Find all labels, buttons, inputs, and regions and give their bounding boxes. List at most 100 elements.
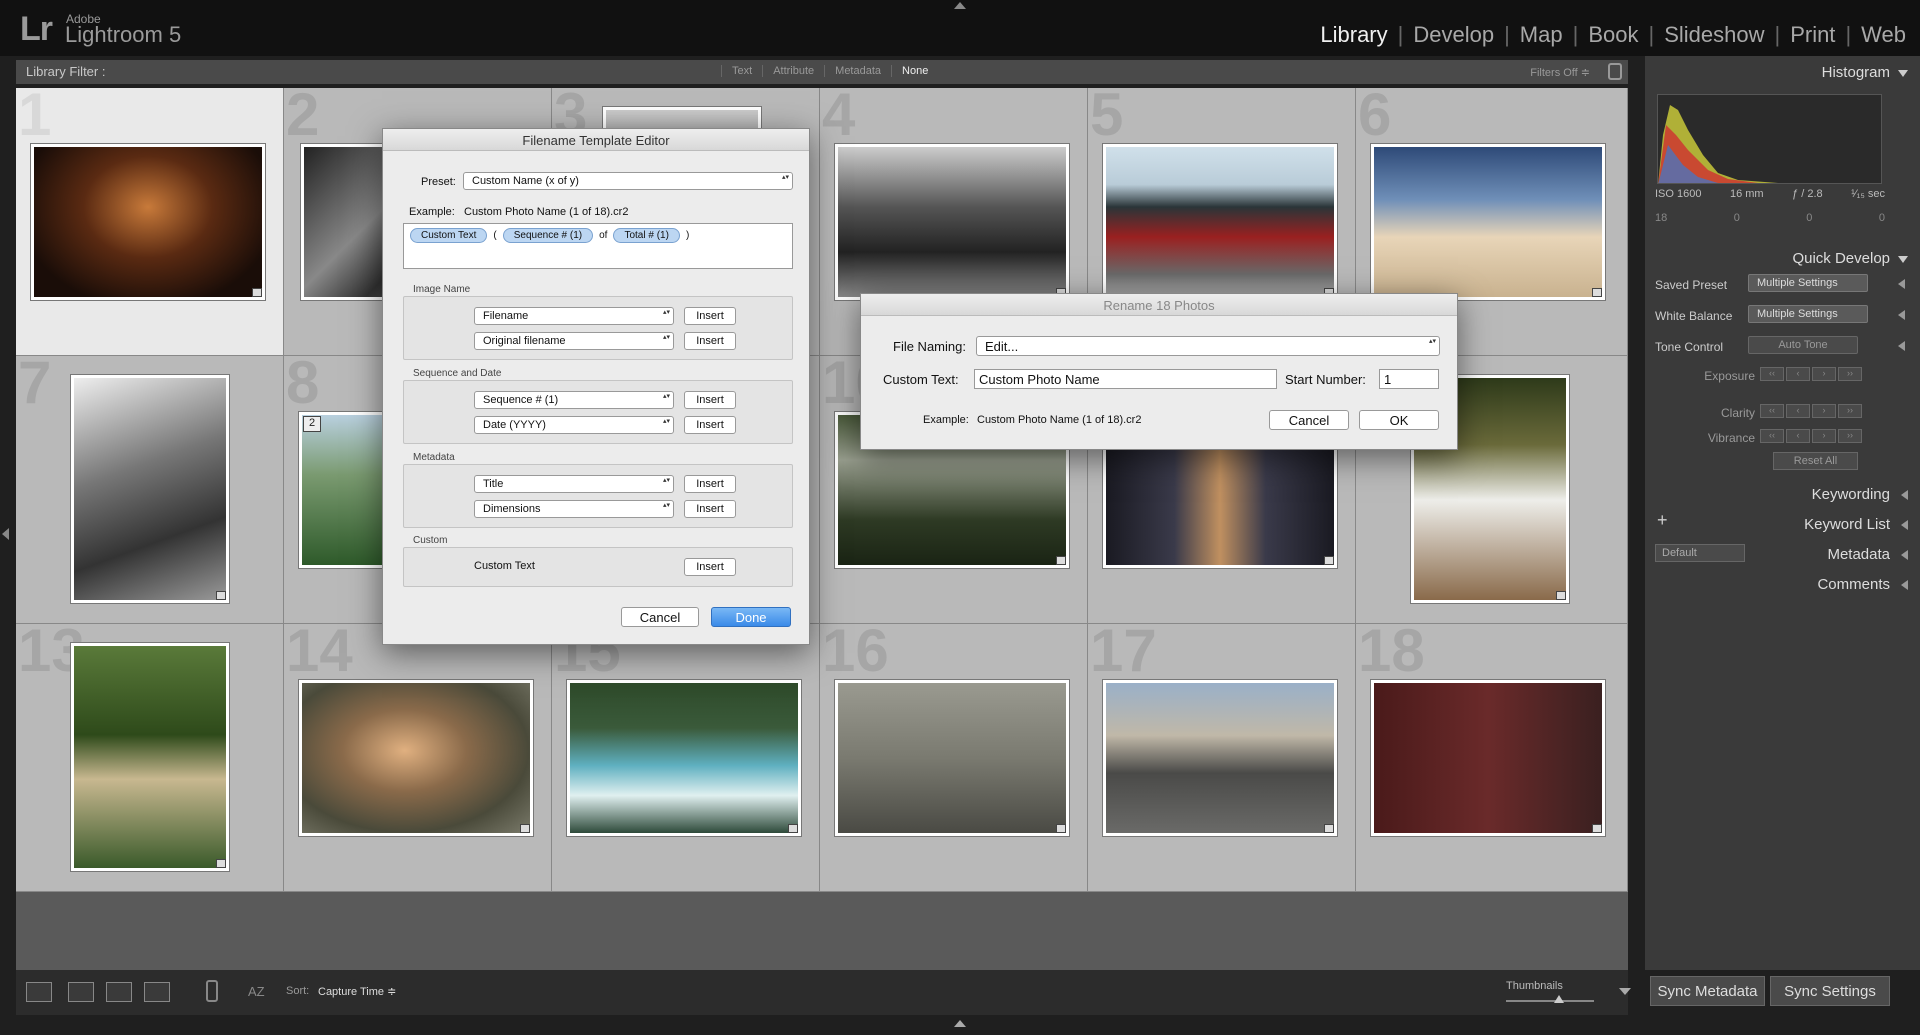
develop-adjusted-icon[interactable] (252, 288, 262, 297)
preset-select[interactable]: Custom Name (x of y) (463, 172, 793, 190)
increase-small-button[interactable]: › (1812, 404, 1836, 418)
sync-metadata-button[interactable]: Sync Metadata (1650, 976, 1765, 1006)
token-total[interactable]: Total # (1) (613, 228, 680, 244)
increase-small-button[interactable]: › (1812, 367, 1836, 381)
insert-title-button[interactable]: Insert (684, 475, 736, 493)
survey-view-icon[interactable] (144, 982, 170, 1002)
auto-tone-button[interactable]: Auto Tone (1748, 336, 1858, 354)
develop-adjusted-icon[interactable] (216, 591, 226, 600)
filter-text[interactable]: Text (721, 65, 762, 77)
module-map[interactable]: Map (1510, 22, 1573, 48)
grid-cell[interactable]: 15 (552, 617, 820, 892)
filter-metadata[interactable]: Metadata (824, 65, 891, 77)
quick-develop-header[interactable]: Quick Develop (1645, 244, 1920, 272)
develop-adjusted-icon[interactable] (1592, 824, 1602, 833)
white-balance-select[interactable]: Multiple Settings (1748, 305, 1868, 323)
module-library[interactable]: Library (1310, 22, 1397, 48)
decrease-large-button[interactable]: ‹‹ (1760, 429, 1784, 443)
keyword-list-header[interactable]: + Keyword List (1645, 510, 1920, 538)
compare-view-icon[interactable] (106, 982, 132, 1002)
module-print[interactable]: Print (1780, 22, 1845, 48)
photo-thumbnail[interactable] (566, 679, 802, 837)
file-naming-select[interactable]: Edit... (976, 336, 1440, 356)
top-panel-toggle-icon[interactable] (954, 2, 966, 9)
grid-cell[interactable]: 17 (1088, 617, 1356, 892)
stack-count-badge[interactable]: 2 (303, 416, 321, 432)
increase-small-button[interactable]: › (1812, 429, 1836, 443)
photo-thumbnail[interactable] (834, 143, 1070, 301)
grid-cell[interactable]: 1 (16, 81, 284, 356)
expand-icon[interactable] (1898, 341, 1905, 351)
custom-text-input[interactable] (974, 369, 1277, 389)
cancel-button[interactable]: Cancel (1269, 410, 1349, 430)
insert-date-button[interactable]: Insert (684, 416, 736, 434)
title-select[interactable]: Title (474, 475, 674, 493)
add-keyword-icon[interactable]: + (1657, 510, 1668, 531)
cancel-button[interactable]: Cancel (621, 607, 699, 627)
filter-none[interactable]: None (891, 65, 938, 77)
increase-large-button[interactable]: ›› (1838, 404, 1862, 418)
sync-settings-button[interactable]: Sync Settings (1770, 976, 1890, 1006)
insert-custom-text-button[interactable]: Insert (684, 558, 736, 576)
painter-icon[interactable] (206, 980, 218, 1002)
photo-thumbnail[interactable] (70, 374, 230, 604)
thumbnail-size-slider[interactable] (1506, 1000, 1594, 1002)
grid-cell[interactable]: 7 (16, 349, 284, 624)
histogram-header[interactable]: Histogram (1645, 58, 1920, 86)
saved-preset-select[interactable]: Multiple Settings (1748, 274, 1868, 292)
photo-thumbnail[interactable] (834, 679, 1070, 837)
decrease-small-button[interactable]: ‹ (1786, 429, 1810, 443)
expand-icon[interactable] (1898, 279, 1905, 289)
increase-large-button[interactable]: ›› (1838, 367, 1862, 381)
photo-thumbnail[interactable] (1370, 143, 1606, 301)
left-panel-toggle-icon[interactable] (2, 528, 9, 540)
grid-cell[interactable]: 14 (284, 617, 552, 892)
insert-original-filename-button[interactable]: Insert (684, 332, 736, 350)
photo-thumbnail[interactable] (298, 679, 534, 837)
increase-large-button[interactable]: ›› (1838, 429, 1862, 443)
sort-dropdown[interactable]: Capture Time ≑ (318, 985, 396, 998)
photo-thumbnail[interactable] (70, 642, 230, 872)
develop-adjusted-icon[interactable] (788, 824, 798, 833)
comments-header[interactable]: Comments (1645, 570, 1920, 598)
develop-adjusted-icon[interactable] (1324, 556, 1334, 565)
photo-thumbnail[interactable] (1102, 679, 1338, 837)
template-token-field[interactable]: Custom Text (Sequence # (1) of Total # (1)) (403, 223, 793, 269)
keywording-header[interactable]: Keywording (1645, 480, 1920, 508)
photo-thumbnail[interactable] (1370, 679, 1606, 837)
loupe-view-icon[interactable] (68, 982, 94, 1002)
sort-direction-icon[interactable]: AZ (248, 984, 265, 999)
dimensions-select[interactable]: Dimensions (474, 500, 674, 518)
develop-adjusted-icon[interactable] (520, 824, 530, 833)
lock-icon[interactable] (1608, 63, 1622, 80)
module-slideshow[interactable]: Slideshow (1654, 22, 1774, 48)
expand-icon[interactable] (1898, 310, 1905, 320)
filename-select[interactable]: Filename (474, 307, 674, 325)
insert-dimensions-button[interactable]: Insert (684, 500, 736, 518)
develop-adjusted-icon[interactable] (1592, 288, 1602, 297)
develop-adjusted-icon[interactable] (1056, 556, 1066, 565)
filmstrip-toggle-icon[interactable] (954, 1020, 966, 1027)
decrease-large-button[interactable]: ‹‹ (1760, 404, 1784, 418)
module-develop[interactable]: Develop (1403, 22, 1504, 48)
photo-thumbnail[interactable] (1102, 143, 1338, 301)
token-custom-text[interactable]: Custom Text (410, 228, 488, 244)
grid-cell[interactable]: 18 (1356, 617, 1628, 892)
reset-all-button[interactable]: Reset All (1773, 452, 1858, 470)
start-number-input[interactable] (1379, 369, 1439, 389)
develop-adjusted-icon[interactable] (1324, 824, 1334, 833)
metadata-preset-select[interactable]: Default (1655, 544, 1745, 562)
sequence-select[interactable]: Sequence # (1) (474, 391, 674, 409)
insert-filename-button[interactable]: Insert (684, 307, 736, 325)
develop-adjusted-icon[interactable] (1556, 591, 1566, 600)
metadata-header[interactable]: Default Metadata (1645, 540, 1920, 568)
ok-button[interactable]: OK (1359, 410, 1439, 430)
toolbar-content-menu-icon[interactable] (1619, 988, 1631, 995)
thumbnail-size-knob[interactable] (1554, 995, 1564, 1003)
original-filename-select[interactable]: Original filename (474, 332, 674, 350)
decrease-small-button[interactable]: ‹ (1786, 367, 1810, 381)
date-select[interactable]: Date (YYYY) (474, 416, 674, 434)
grid-cell[interactable]: 16 (820, 617, 1088, 892)
token-sequence[interactable]: Sequence # (1) (502, 228, 594, 244)
grid-cell[interactable]: 13 (16, 617, 284, 892)
